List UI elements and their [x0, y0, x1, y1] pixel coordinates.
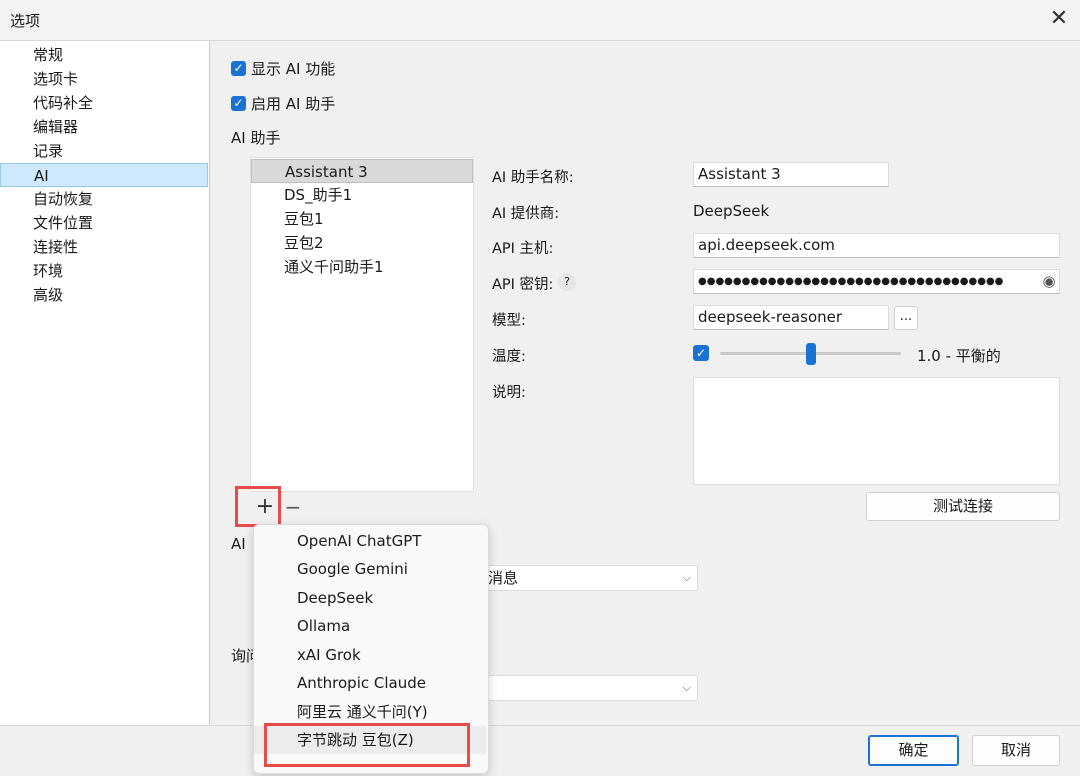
nav-item-connectivity[interactable]: 连接性 [0, 235, 208, 259]
show-ai-label: 显示 AI 功能 [251, 60, 336, 78]
provider-value: DeepSeek [693, 202, 770, 220]
menu-item-grok[interactable]: xAI Grok [254, 641, 486, 669]
enable-assistant-checkbox[interactable]: ✓ [231, 96, 246, 111]
nav-item-auto-recover[interactable]: 自动恢复 [0, 187, 208, 211]
api-key-field[interactable]: ●●●●●●●●●●●●●●●●●●●●●●●●●●●●●●●●●●● [693, 269, 1060, 294]
menu-item-ollama[interactable]: Ollama [254, 612, 486, 640]
test-connection-button[interactable]: 测试连接 [866, 492, 1060, 521]
cancel-button[interactable]: 取消 [972, 735, 1060, 766]
temperature-label: 温度: [492, 349, 526, 365]
nav-item-file-locations[interactable]: 文件位置 [0, 211, 208, 235]
message-dropdown[interactable]: 消息 ⌵ [483, 565, 698, 591]
title-bar: 选项 ✕ [0, 0, 1080, 41]
nav-item-ai[interactable]: AI [0, 163, 208, 187]
menu-item-openai[interactable]: OpenAI ChatGPT [254, 527, 486, 555]
show-ai-checkbox[interactable]: ✓ [231, 61, 246, 76]
temperature-checkbox[interactable]: ✓ [693, 345, 709, 361]
api-key-label: API 密钥: [492, 277, 554, 293]
list-item[interactable]: 豆包2 [251, 231, 473, 255]
dialog-footer: 确定 取消 [0, 725, 1080, 776]
model-browse-button[interactable]: ... [894, 306, 918, 330]
list-item[interactable]: DS_助手1 [251, 183, 473, 207]
assistant-name-label: AI 助手名称: [492, 170, 574, 186]
ai-partial-label: AI [231, 535, 246, 553]
description-label: 说明: [492, 385, 526, 401]
nav-item-general[interactable]: 常规 [0, 43, 208, 67]
list-item[interactable]: Assistant 3 [251, 159, 473, 183]
eye-icon[interactable]: ◉ [1039, 271, 1059, 292]
list-item[interactable]: 豆包1 [251, 207, 473, 231]
nav-item-editor[interactable]: 编辑器 [0, 115, 208, 139]
enable-assistant-label: 启用 AI 助手 [251, 95, 336, 113]
temperature-value: 1.0 - 平衡的 [917, 347, 1001, 365]
remove-assistant-button[interactable]: − [283, 493, 303, 521]
model-field[interactable]: deepseek-reasoner [693, 305, 889, 330]
nav-item-code-completion[interactable]: 代码补全 [0, 91, 208, 115]
description-textarea[interactable] [693, 377, 1060, 485]
assistant-name-field[interactable]: Assistant 3 [693, 162, 889, 187]
nav-item-environment[interactable]: 环境 [0, 259, 208, 283]
model-label: 模型: [492, 313, 526, 329]
add-assistant-button[interactable]: + [253, 493, 277, 521]
list-item[interactable]: 通义千问助手1 [251, 255, 473, 279]
chevron-down-icon: ⌵ [682, 571, 691, 584]
nav-item-logging[interactable]: 记录 [0, 139, 208, 163]
menu-item-claude[interactable]: Anthropic Claude [254, 669, 486, 697]
temperature-slider-thumb[interactable] [805, 343, 816, 365]
provider-label: AI 提供商: [492, 206, 560, 222]
assistant-section-label: AI 助手 [231, 129, 281, 147]
show-ai-checkbox-row[interactable]: ✓ 显示 AI 功能 [231, 58, 335, 79]
nav-item-tabs[interactable]: 选项卡 [0, 67, 208, 91]
checkmark-icon: ✓ [695, 346, 707, 360]
ok-button[interactable]: 确定 [868, 735, 959, 766]
chevron-down-icon: ⌵ [682, 681, 691, 694]
close-icon[interactable]: ✕ [1046, 6, 1072, 32]
menu-item-qwen[interactable]: 阿里云 通义千问(Y) [254, 698, 486, 726]
doubao-highlight-box [264, 723, 470, 767]
ask-dropdown[interactable]: ⌵ [483, 675, 698, 701]
nav-item-advanced[interactable]: 高级 [0, 283, 208, 307]
menu-item-deepseek[interactable]: DeepSeek [254, 584, 486, 612]
assistant-list: Assistant 3 DS_助手1 豆包1 豆包2 通义千问助手1 [250, 157, 474, 492]
options-nav: 常规 选项卡 代码补全 编辑器 记录 AI 自动恢复 文件位置 连接性 环境 高… [0, 41, 210, 725]
help-icon[interactable]: ? [558, 273, 576, 291]
window-title: 选项 [10, 12, 41, 30]
enable-assistant-checkbox-row[interactable]: ✓ 启用 AI 助手 [231, 93, 335, 114]
menu-item-gemini[interactable]: Google Gemini [254, 555, 486, 583]
api-host-label: API 主机: [492, 241, 554, 257]
message-dropdown-value: 消息 [488, 569, 519, 587]
api-host-field[interactable]: api.deepseek.com [693, 233, 1060, 258]
